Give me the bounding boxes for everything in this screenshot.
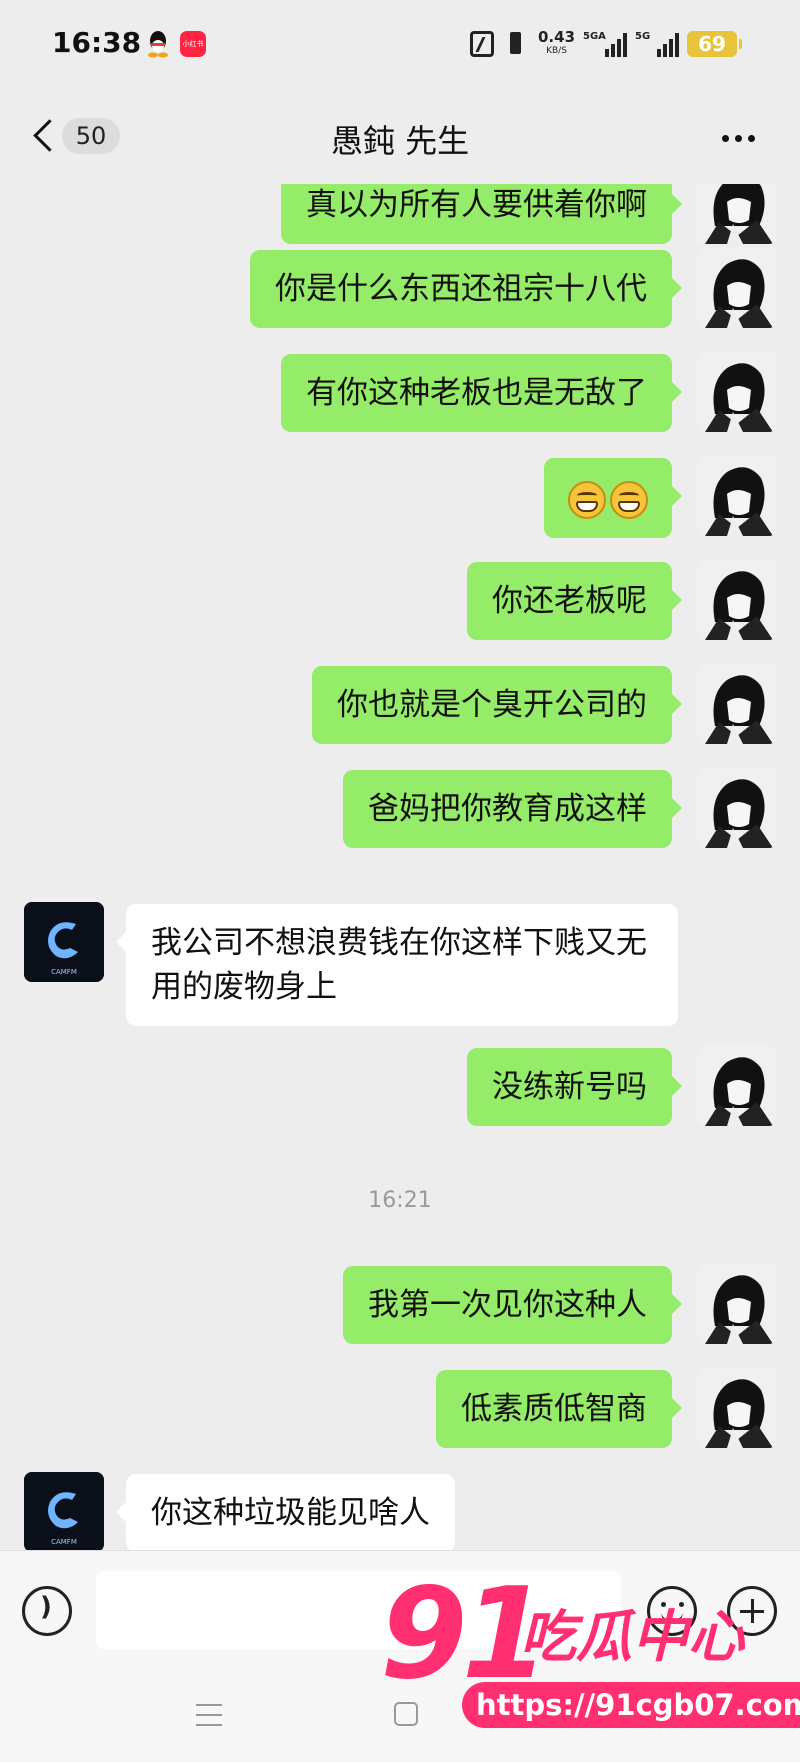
signal-label-2: 5G [635, 31, 651, 42]
my-avatar[interactable] [697, 1368, 777, 1448]
nav-menu-icon[interactable] [196, 1704, 222, 1726]
voice-input-button[interactable] [22, 1586, 72, 1636]
message-bubble-sent[interactable]: 没练新号吗 [467, 1048, 682, 1126]
my-avatar[interactable] [697, 560, 777, 640]
watermark-text: 吃瓜中心 [520, 1605, 744, 1670]
watermark: 91 吃瓜中心 https://91cgb07.com [380, 1564, 800, 1742]
message-bubble-sent[interactable]: 你是什么东西还祖宗十八代 [250, 250, 682, 328]
contact-avatar[interactable]: CAMFM [24, 902, 104, 982]
signal-icon: 5GA [583, 31, 628, 57]
contact-avatar-text: CAMFM [51, 968, 77, 976]
my-avatar[interactable] [697, 352, 777, 432]
chat-header: 50 愚鈍 先生 [0, 88, 800, 184]
qq-icon [148, 31, 168, 58]
my-avatar[interactable] [697, 664, 777, 744]
watermark-url: https://91cgb07.com [462, 1682, 800, 1728]
nfc-icon [470, 31, 494, 57]
my-avatar[interactable] [697, 768, 777, 848]
message-bubble-sent[interactable]: 我第一次见你这种人 [343, 1266, 682, 1344]
grinning-face-emoji-icon [568, 480, 606, 519]
message-bubble-sent-emoji[interactable] [544, 458, 682, 538]
signal-label: 5GA [583, 31, 606, 42]
status-bar: 16:38 小红书 0.43 KB/S 5GA 5G 69 [0, 0, 800, 88]
message-list[interactable]: 真以为所有人要供着你啊 你是什么东西还祖宗十八代 有你这种老板也是无敌了 你还老… [0, 184, 800, 1550]
message-bubble-sent[interactable]: 有你这种老板也是无敌了 [281, 354, 682, 432]
message-bubble-sent[interactable]: 你也就是个臭开公司的 [312, 666, 682, 744]
message-bubble-sent[interactable]: 真以为所有人要供着你啊 [281, 184, 682, 244]
message-timestamp: 16:21 [368, 1188, 432, 1213]
signal-icon-2: 5G [635, 31, 680, 57]
grinning-face-emoji-icon [610, 480, 648, 519]
message-bubble-sent[interactable]: 爸妈把你教育成这样 [343, 770, 682, 848]
vibrate-icon [502, 31, 530, 57]
message-bubble-received[interactable]: 你这种垃圾能见啥人 [116, 1474, 455, 1550]
xiaohongshu-icon: 小红书 [180, 31, 206, 57]
my-avatar[interactable] [697, 248, 777, 328]
my-avatar[interactable] [697, 1264, 777, 1344]
more-options-button[interactable] [722, 128, 762, 148]
contact-avatar[interactable]: CAMFM [24, 1472, 104, 1550]
my-avatar[interactable] [697, 1046, 777, 1126]
my-avatar[interactable] [697, 184, 777, 244]
battery-icon: 69 [687, 31, 743, 57]
message-bubble-sent[interactable]: 低素质低智商 [436, 1370, 682, 1448]
status-time: 16:38 [52, 26, 142, 59]
message-bubble-received[interactable]: 我公司不想浪费钱在你这样下贱又无用的废物身上 [116, 904, 678, 1026]
network-speed-unit: KB/S [546, 46, 567, 56]
my-avatar[interactable] [697, 456, 777, 536]
chat-title: 愚鈍 先生 [330, 122, 470, 160]
status-indicators: 0.43 KB/S 5GA 5G 69 [470, 26, 743, 62]
network-speed: 0.43 KB/S [538, 30, 575, 58]
message-bubble-sent[interactable]: 你还老板呢 [467, 562, 682, 640]
contact-avatar-text: CAMFM [51, 1538, 77, 1546]
